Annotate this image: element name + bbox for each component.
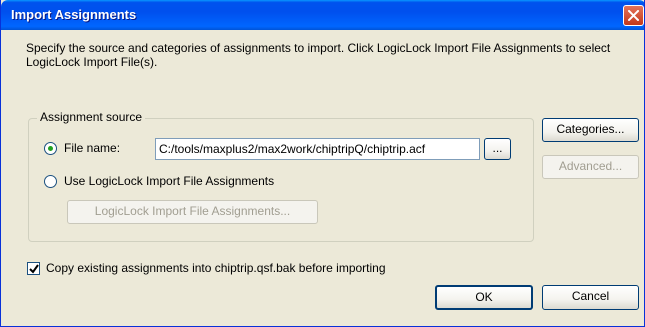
cancel-button[interactable]: Cancel: [542, 285, 639, 310]
browse-button[interactable]: ...: [484, 138, 511, 160]
categories-button[interactable]: Categories...: [542, 118, 639, 142]
advanced-button[interactable]: Advanced...: [542, 155, 639, 179]
checkmark-icon: [29, 264, 39, 274]
title-bar: Import Assignments: [1, 0, 644, 30]
file-name-label: File name:: [64, 141, 121, 155]
logiclock-radio[interactable]: [44, 175, 57, 188]
file-name-radio[interactable]: [44, 142, 57, 155]
ok-button[interactable]: OK: [435, 285, 533, 310]
logiclock-radio-label: Use LogicLock Import File Assignments: [64, 174, 275, 188]
dialog-title: Import Assignments: [11, 7, 137, 22]
file-name-input[interactable]: C:/tools/maxplus2/max2work/chiptripQ/chi…: [155, 138, 480, 160]
dialog-description: Specify the source and categories of ass…: [26, 41, 611, 69]
logiclock-import-file-button[interactable]: LogicLock Import File Assignments...: [67, 200, 318, 224]
copy-assignments-label: Copy existing assignments into chiptrip.…: [46, 261, 386, 275]
assignment-source-legend: Assignment source: [37, 110, 146, 124]
copy-assignments-checkbox[interactable]: [27, 262, 40, 275]
close-button[interactable]: [623, 5, 644, 26]
close-x-icon: [628, 10, 639, 21]
radio-selected-dot: [48, 146, 53, 151]
import-assignments-dialog: Import Assignments Specify the source an…: [0, 0, 645, 327]
